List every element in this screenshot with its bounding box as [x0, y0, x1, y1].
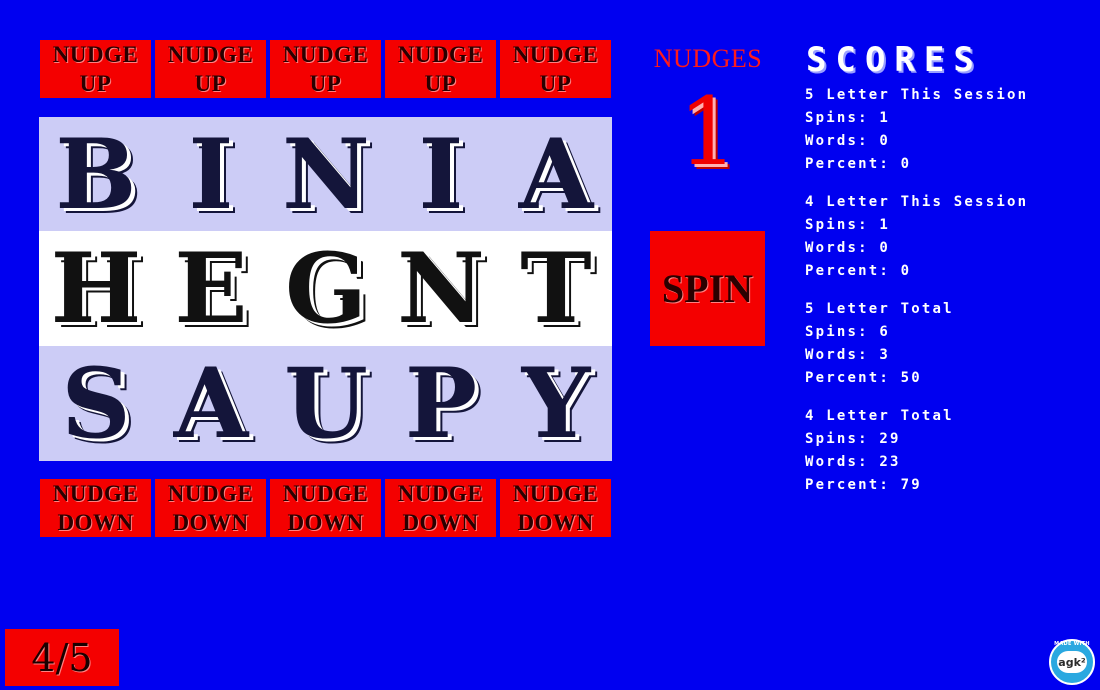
- nudge-up-label-line1: NUDGE: [282, 42, 369, 67]
- score-words: Words: 3: [805, 347, 891, 363]
- score-words: Words: 0: [805, 133, 891, 149]
- reel-letter: S: [61, 347, 131, 460]
- nudge-down-button-1[interactable]: NUDGE DOWN: [40, 479, 151, 537]
- reel-row-middle: H E G N T: [39, 231, 612, 346]
- nudge-down-button-2[interactable]: NUDGE DOWN: [155, 479, 266, 537]
- nudge-down-label-line1: NUDGE: [512, 481, 599, 506]
- reel-letter: B: [55, 118, 137, 231]
- reel-row-bottom: S A U P Y: [39, 346, 612, 461]
- reel-letter: N: [282, 118, 370, 231]
- reel-letter: A: [173, 347, 249, 460]
- reel-letter: P: [404, 347, 478, 460]
- score-spins: Spins: 1: [805, 217, 891, 233]
- score-percent: Percent: 79: [805, 477, 922, 493]
- nudge-down-label-line1: NUDGE: [167, 481, 254, 506]
- nudge-down-label-line1: NUDGE: [397, 481, 484, 506]
- score-words: Words: 0: [805, 240, 891, 256]
- nudge-down-row: NUDGE DOWN NUDGE DOWN NUDGE DOWN NUDGE D…: [40, 479, 612, 537]
- nudge-up-label-line2: UP: [79, 71, 112, 96]
- nudge-up-label-line2: UP: [424, 71, 457, 96]
- nudge-up-label-line2: UP: [194, 71, 227, 96]
- reel-grid: B I N I A H E G N T S A U P Y: [39, 117, 612, 461]
- score-spins: Spins: 29: [805, 431, 901, 447]
- score-heading: 4 Letter This Session: [805, 194, 1029, 210]
- score-block-5-session: 5 Letter This Session Spins: 1 Words: 0 …: [805, 84, 1085, 176]
- reel-letter: H: [50, 232, 142, 345]
- scores-title: SCORES: [806, 40, 983, 80]
- nudge-up-label-line2: UP: [309, 71, 342, 96]
- score-percent: Percent: 0: [805, 263, 912, 279]
- nudge-down-label-line2: DOWN: [57, 510, 134, 535]
- reel-letter: G: [285, 232, 367, 345]
- nudge-up-label-line1: NUDGE: [167, 42, 254, 67]
- reel-row-top: B I N I A: [39, 117, 612, 232]
- nudge-down-label-line2: DOWN: [287, 510, 364, 535]
- nudge-down-button-5[interactable]: NUDGE DOWN: [500, 479, 611, 537]
- agk-made-with-text: MADE WITH: [1054, 641, 1090, 647]
- score-percent: Percent: 50: [805, 370, 922, 386]
- reel-letter: Y: [521, 347, 591, 460]
- score-block-4-session: 4 Letter This Session Spins: 1 Words: 0 …: [805, 191, 1085, 283]
- score-block-5-total: 5 Letter Total Spins: 6 Words: 3 Percent…: [805, 298, 1085, 390]
- nudge-up-button-3[interactable]: NUDGE UP: [270, 40, 381, 98]
- nudge-up-label-line2: UP: [539, 71, 572, 96]
- nudge-up-label-line1: NUDGE: [52, 42, 139, 67]
- nudge-down-label-line2: DOWN: [517, 510, 594, 535]
- nudge-down-label-line2: DOWN: [172, 510, 249, 535]
- nudge-up-button-2[interactable]: NUDGE UP: [155, 40, 266, 98]
- nudge-up-button-1[interactable]: NUDGE UP: [40, 40, 151, 98]
- nudge-down-label-line2: DOWN: [402, 510, 479, 535]
- score-heading: 5 Letter This Session: [805, 87, 1029, 103]
- agk-logo-text: agk²: [1057, 651, 1087, 673]
- score-percent: Percent: 0: [805, 156, 912, 172]
- level-indicator-button[interactable]: 4/5: [5, 629, 119, 686]
- nudge-up-button-5[interactable]: NUDGE UP: [500, 40, 611, 98]
- nudges-label: NUDGES: [653, 44, 763, 73]
- nudge-up-label-line1: NUDGE: [397, 42, 484, 67]
- score-heading: 4 Letter Total: [805, 408, 954, 424]
- score-spins: Spins: 1: [805, 110, 891, 126]
- nudge-down-button-4[interactable]: NUDGE DOWN: [385, 479, 496, 537]
- reel-letter: T: [520, 232, 592, 345]
- nudge-up-label-line1: NUDGE: [512, 42, 599, 67]
- nudge-down-label-line1: NUDGE: [282, 481, 369, 506]
- reel-letter: A: [518, 118, 594, 231]
- nudges-count: 1: [678, 78, 738, 187]
- score-block-4-total: 4 Letter Total Spins: 29 Words: 23 Perce…: [805, 405, 1085, 497]
- nudge-down-label-line1: NUDGE: [52, 481, 139, 506]
- reel-letter: U: [284, 347, 368, 460]
- score-words: Words: 23: [805, 454, 901, 470]
- score-spins: Spins: 6: [805, 324, 891, 340]
- nudge-down-button-3[interactable]: NUDGE DOWN: [270, 479, 381, 537]
- spin-button[interactable]: SPIN: [650, 231, 765, 346]
- nudge-up-button-4[interactable]: NUDGE UP: [385, 40, 496, 98]
- reel-letter: I: [188, 118, 234, 231]
- reel-letter: E: [174, 232, 248, 345]
- reel-letter: I: [418, 118, 464, 231]
- nudge-up-row: NUDGE UP NUDGE UP NUDGE UP NUDGE UP NUDG…: [40, 40, 612, 98]
- spin-button-label: SPIN: [661, 266, 754, 311]
- reel-letter: N: [397, 232, 485, 345]
- score-heading: 5 Letter Total: [805, 301, 954, 317]
- level-indicator-label: 4/5: [31, 635, 93, 680]
